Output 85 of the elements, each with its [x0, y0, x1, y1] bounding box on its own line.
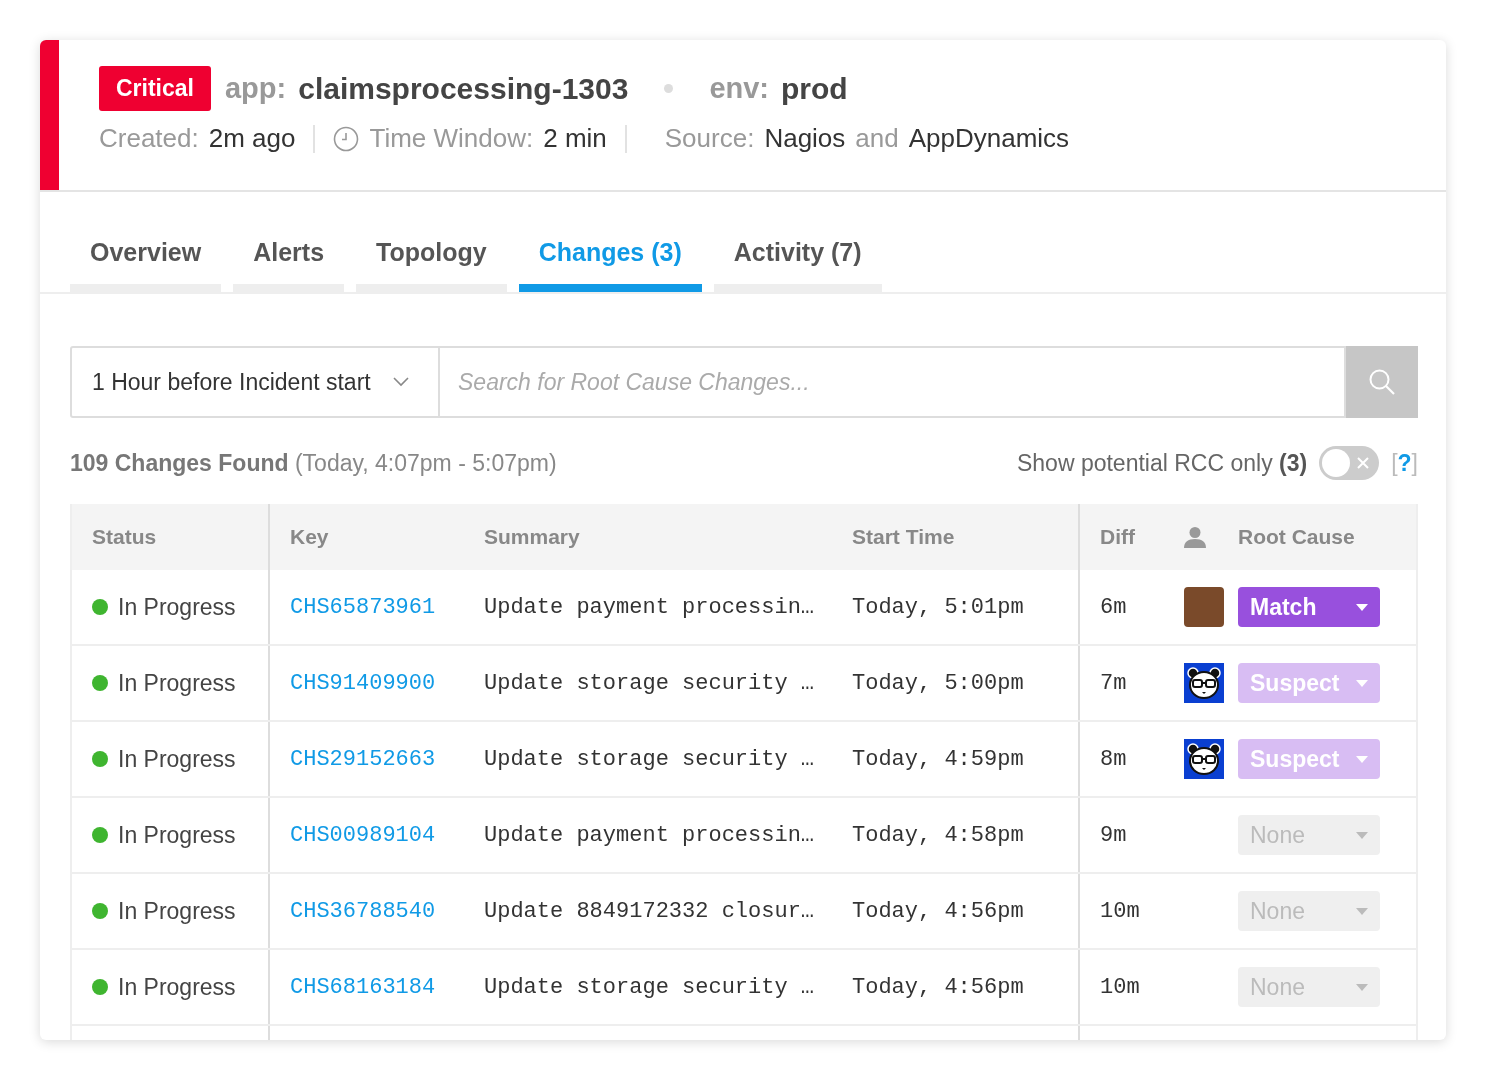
change-key-link[interactable]: CHS29152663: [290, 746, 436, 772]
change-key-link[interactable]: CHS36788540: [290, 898, 436, 924]
diff-text: 9m: [1100, 822, 1127, 848]
start-time-text: Today, 4:56pm: [852, 974, 1024, 1000]
created-value: 2m ago: [208, 123, 296, 154]
tab[interactable]: Changes (3): [518, 220, 702, 292]
column-header: Status: [72, 504, 270, 570]
status-dot-icon: [92, 675, 108, 691]
diff-text: 6m: [1100, 594, 1127, 620]
clock-icon: [333, 125, 360, 152]
panda-avatar-icon: [1184, 739, 1224, 779]
summary-text: Update storage security …: [484, 746, 815, 772]
caret-icon: [1356, 907, 1368, 915]
status-dot-icon: [92, 751, 108, 767]
caret-icon: [1356, 983, 1368, 991]
time-window-label: Time Window:: [369, 123, 534, 154]
status-dot-icon: [92, 599, 108, 615]
help-link[interactable]: [?]: [1391, 449, 1418, 477]
summary-text: Update storage security …: [484, 670, 815, 696]
env-value: prod: [781, 71, 848, 106]
photo-placeholder: [1184, 587, 1224, 627]
caret-icon: [1356, 679, 1368, 687]
changes-found-text: 109 Changes Found (Today, 4:07pm - 5:07pm): [70, 449, 557, 477]
close-icon: [1357, 457, 1370, 469]
tab[interactable]: Topology: [356, 220, 507, 292]
summary-text: Update 8849172332 closur…: [484, 898, 815, 924]
rcc-toggle[interactable]: [1319, 446, 1380, 480]
tab[interactable]: Activity (7): [713, 220, 882, 292]
summary-text: Update payment processin…: [484, 594, 815, 620]
start-time-text: Today, 4:59pm: [852, 746, 1024, 772]
status-dot-icon: [92, 903, 108, 919]
and-text: and: [855, 123, 899, 154]
root-cause-dropdown[interactable]: Suspect: [1238, 663, 1380, 703]
tab[interactable]: Overview: [70, 220, 222, 292]
separator-dot-icon: [664, 84, 674, 93]
time-range-dropdown[interactable]: 1 Hour before Incident start: [70, 346, 440, 418]
time-window-value: 2 min: [543, 123, 607, 154]
diff-text: 10m: [1100, 974, 1140, 1000]
search-icon: [1368, 368, 1396, 396]
source-label: Source:: [664, 123, 755, 154]
tab[interactable]: Alerts: [233, 220, 345, 292]
root-cause-dropdown[interactable]: Suspect: [1238, 739, 1380, 779]
app-name: claimsprocessing-1303: [298, 71, 629, 106]
change-key-link[interactable]: CHS65873961: [290, 594, 436, 620]
caret-icon: [1356, 603, 1368, 611]
start-time-text: Today, 5:00pm: [852, 670, 1024, 696]
source-name: AppDynamics: [908, 123, 1070, 154]
diff-text: 7m: [1100, 670, 1127, 696]
status-text: In Progress: [118, 897, 236, 925]
change-key-link[interactable]: CHS91409900: [290, 670, 436, 696]
severity-badge: Critical: [99, 66, 211, 111]
summary-text: Update payment processin…: [484, 822, 815, 848]
caret-icon: [1356, 831, 1368, 839]
start-time-text: Today, 4:58pm: [852, 822, 1024, 848]
source-name: Nagios: [764, 123, 846, 154]
column-header: Start Time: [832, 504, 1080, 570]
column-header: Summary: [483, 524, 581, 550]
diff-text: 10m: [1100, 898, 1140, 924]
status-text: In Progress: [118, 669, 236, 697]
rcc-filter-label: Show potential RCC only (3): [1016, 449, 1308, 477]
status-dot-icon: [92, 979, 108, 995]
panda-avatar-icon: [1184, 663, 1224, 703]
caret-icon: [1356, 755, 1368, 763]
diff-text: 8m: [1100, 746, 1127, 772]
status-text: In Progress: [118, 593, 236, 621]
chevron-down-icon: [392, 377, 409, 387]
summary-text: Update storage security …: [484, 974, 815, 1000]
app-label: app:: [225, 72, 287, 105]
created-label: Created:: [99, 123, 199, 154]
column-header: Key: [289, 524, 330, 550]
root-cause-dropdown[interactable]: Match: [1238, 587, 1380, 627]
env-label: env:: [709, 72, 770, 105]
status-text: In Progress: [118, 821, 236, 849]
status-text: In Progress: [118, 745, 236, 773]
column-header: Diff: [1099, 524, 1136, 550]
start-time-text: Today, 5:01pm: [852, 594, 1024, 620]
person-icon: [1184, 526, 1206, 548]
start-time-text: Today, 4:56pm: [852, 898, 1024, 924]
change-key-link[interactable]: CHS00989104: [290, 822, 436, 848]
change-key-link[interactable]: CHS68163184: [290, 974, 436, 1000]
status-dot-icon: [92, 827, 108, 843]
status-text: In Progress: [118, 973, 236, 1001]
search-field[interactable]: Search for Root Cause Changes...: [440, 346, 1346, 418]
search-button[interactable]: [1346, 346, 1418, 418]
column-header: Root Cause: [1238, 524, 1356, 550]
